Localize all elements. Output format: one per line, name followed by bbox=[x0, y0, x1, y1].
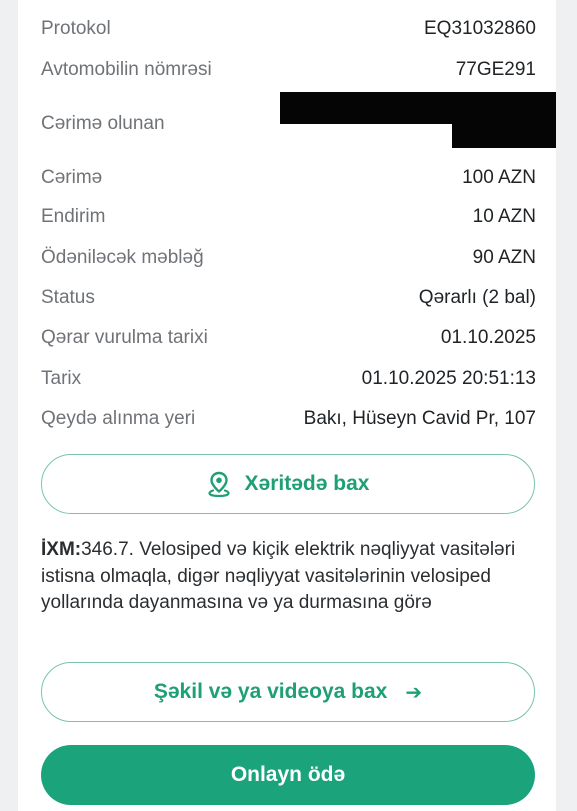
fine-value: 100 AZN bbox=[462, 167, 536, 188]
date-label: Tarix bbox=[41, 368, 82, 389]
discount-label: Endirim bbox=[41, 206, 106, 227]
location-label: Qeydə alınma yeri bbox=[41, 408, 196, 429]
decision-date-row: Qərar vurulma tarixi 01.10.2025 bbox=[41, 327, 536, 349]
fined-person-label: Cərimə olunan bbox=[41, 113, 165, 134]
view-photo-video-button[interactable]: Şəkil və ya videoya bax ➔ bbox=[41, 662, 535, 722]
discount-row: Endirim 10 AZN bbox=[41, 206, 536, 228]
pay-online-button[interactable]: Onlayn ödə bbox=[41, 745, 535, 805]
view-on-map-label: Xəritədə bax bbox=[244, 472, 370, 495]
discount-value: 10 AZN bbox=[472, 206, 536, 227]
fine-label: Cərimə bbox=[41, 167, 103, 188]
vehicle-number-value: 77GE291 bbox=[455, 59, 536, 80]
violation-text: 346.7. Velosiped və kiçik elektrik nəqli… bbox=[41, 539, 516, 613]
view-on-map-button[interactable]: Xəritədə bax bbox=[41, 454, 535, 514]
violation-description: İXM:346.7. Velosiped və kiçik elektrik n… bbox=[41, 537, 537, 617]
status-label: Status bbox=[41, 287, 95, 308]
date-value: 01.10.2025 20:51:13 bbox=[361, 368, 536, 389]
view-photo-video-label: Şəkil və ya videoya bax bbox=[153, 680, 388, 703]
decision-date-label: Qərar vurulma tarixi bbox=[41, 327, 208, 348]
payable-value: 90 AZN bbox=[472, 247, 536, 268]
pay-online-label: Onlayn ödə bbox=[230, 763, 346, 786]
protokol-value: EQ31032860 bbox=[424, 18, 536, 39]
location-value: Bakı, Hüseyn Cavid Pr, 107 bbox=[303, 408, 536, 429]
vehicle-number-label: Avtomobilin nömrəsi bbox=[41, 59, 212, 80]
redacted-name-bar-2 bbox=[452, 118, 556, 148]
fine-row: Cərimə 100 AZN bbox=[41, 167, 536, 189]
decision-date-value: 01.10.2025 bbox=[440, 327, 536, 348]
protokol-label: Protokol bbox=[41, 18, 111, 39]
payable-row: Ödəniləcək məbləğ 90 AZN bbox=[41, 247, 536, 269]
date-row: Tarix 01.10.2025 20:51:13 bbox=[41, 368, 536, 390]
status-value: Qərarlı (2 bal) bbox=[418, 287, 536, 308]
status-row: Status Qərarlı (2 bal) bbox=[41, 287, 536, 309]
payable-label: Ödəniləcək məbləğ bbox=[41, 247, 204, 268]
arrow-right-icon: ➔ bbox=[405, 681, 423, 704]
map-pin-icon bbox=[207, 471, 230, 497]
protokol-row: Protokol EQ31032860 bbox=[41, 18, 536, 40]
location-row: Qeydə alınma yeri Bakı, Hüseyn Cavid Pr,… bbox=[41, 408, 536, 430]
vehicle-number-row: Avtomobilin nömrəsi 77GE291 bbox=[41, 59, 536, 81]
violation-code: İXM: bbox=[41, 539, 82, 560]
